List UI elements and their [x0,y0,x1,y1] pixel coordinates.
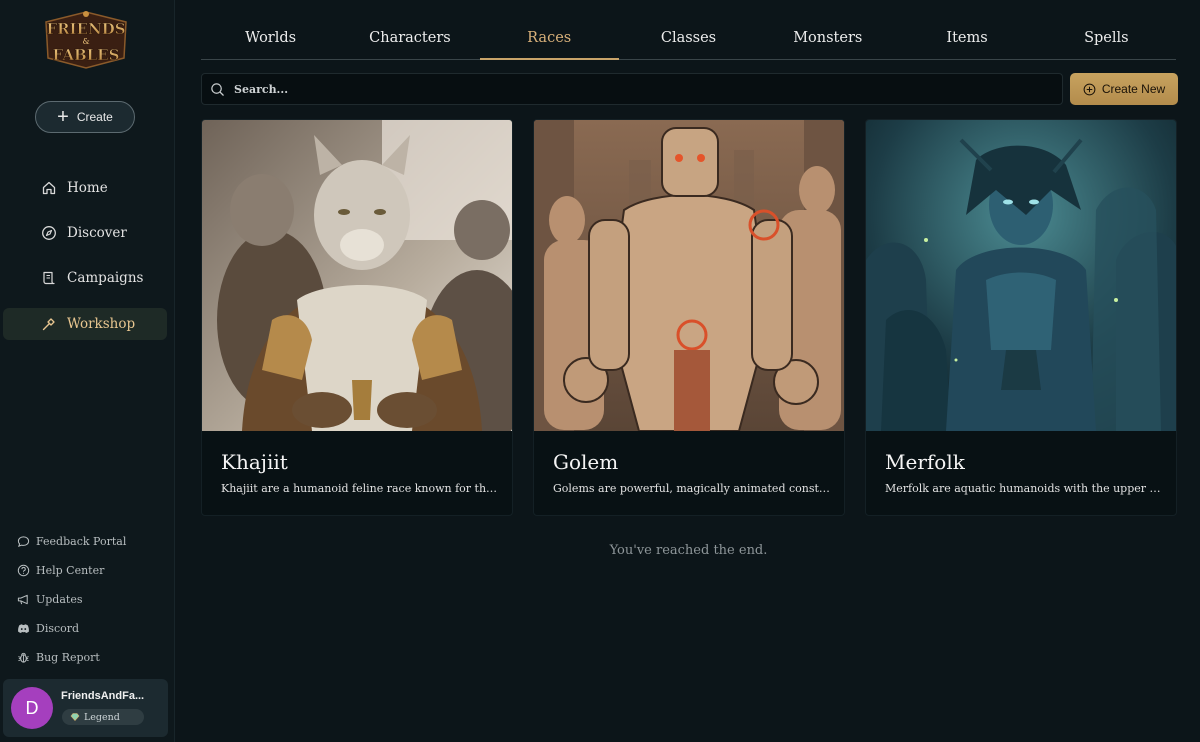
nav-item-label: Discover [67,225,127,241]
card-image-golem [534,120,844,431]
hammer-icon [42,318,55,331]
search-input[interactable] [234,82,1034,96]
plus-circle-icon [1083,83,1096,95]
card-title: Golem [553,450,619,474]
nav-item-discover[interactable]: Discover [3,217,167,249]
card-title: Khajiit [221,450,288,474]
nav-item-home[interactable]: Home [3,172,167,204]
user-profile-card[interactable]: D FriendsAndFa... Legend [3,679,168,737]
discord-icon [18,623,29,633]
race-card-khajiit[interactable]: Khajiit Khajiit are a humanoid feline ra… [201,119,513,516]
nav-item-workshop[interactable]: Workshop [3,308,167,340]
footer-link-label: Help Center [36,563,105,577]
help-circle-icon [17,564,30,576]
chat-bubble-icon [17,535,30,547]
card-description: Merfolk are aquatic humanoids with the u… [885,482,1165,495]
race-card-golem[interactable]: Golem Golems are powerful, magically ani… [533,119,845,516]
card-description: Khajiit are a humanoid feline race known… [221,482,501,495]
megaphone-icon [17,594,28,604]
footer-link-label: Updates [36,592,83,606]
tab-worlds[interactable]: Worlds [201,20,340,59]
footer-link-label: Bug Report [36,650,100,664]
app-logo[interactable]: FRIENDS & FABLES [40,8,132,70]
bug-icon [18,652,29,663]
create-button-label: Create [76,110,113,124]
card-description: Golems are powerful, magically animated … [553,482,833,495]
nav-item-label: Home [67,180,108,196]
home-icon [42,181,56,195]
card-image-merfolk [866,120,1176,431]
create-button[interactable]: + Create [35,101,135,133]
logo-text-top: FRIENDS [46,20,125,38]
gem-icon [70,713,80,721]
compass-icon [42,226,56,240]
tab-classes[interactable]: Classes [619,20,758,59]
end-of-list-message: You've reached the end. [609,543,768,558]
card-title: Merfolk [885,450,965,474]
card-image-khajiit [202,120,512,431]
search-bar [201,73,1063,105]
create-new-button[interactable]: Create New [1070,73,1178,105]
logo-text-bottom: FABLES [53,46,120,64]
tab-monsters[interactable]: Monsters [758,20,897,59]
create-new-label: Create New [1101,82,1166,96]
footer-link-help[interactable]: Help Center [17,561,104,579]
race-card-merfolk[interactable]: Merfolk Merfolk are aquatic humanoids wi… [865,119,1177,516]
tier-badge-label: Legend [84,711,120,723]
footer-link-label: Feedback Portal [36,534,127,548]
footer-link-discord[interactable]: Discord [17,619,79,637]
nav-item-label: Workshop [67,316,136,332]
nav-item-label: Campaigns [67,270,144,286]
footer-link-label: Discord [36,621,80,635]
footer-link-bug-report[interactable]: Bug Report [17,648,100,666]
sidebar: FRIENDS & FABLES + Create Home Discover … [0,0,175,742]
nav-item-campaigns[interactable]: Campaigns [3,262,167,294]
scroll-icon [43,271,55,285]
avatar[interactable]: D [11,687,53,729]
username: FriendsAndFa... [61,690,145,702]
tab-spells[interactable]: Spells [1037,20,1176,59]
footer-link-feedback[interactable]: Feedback Portal [17,532,126,550]
tab-characters[interactable]: Characters [340,20,479,59]
tab-races[interactable]: Races [479,20,620,60]
logo-text-amp: & [82,37,89,46]
tab-items[interactable]: Items [897,20,1036,59]
footer-link-updates[interactable]: Updates [17,590,83,608]
plus-icon: + [57,106,69,128]
search-icon [211,82,224,96]
category-tabs: Worlds Characters Races Classes Monsters… [201,20,1176,60]
tier-badge: Legend [62,709,144,725]
